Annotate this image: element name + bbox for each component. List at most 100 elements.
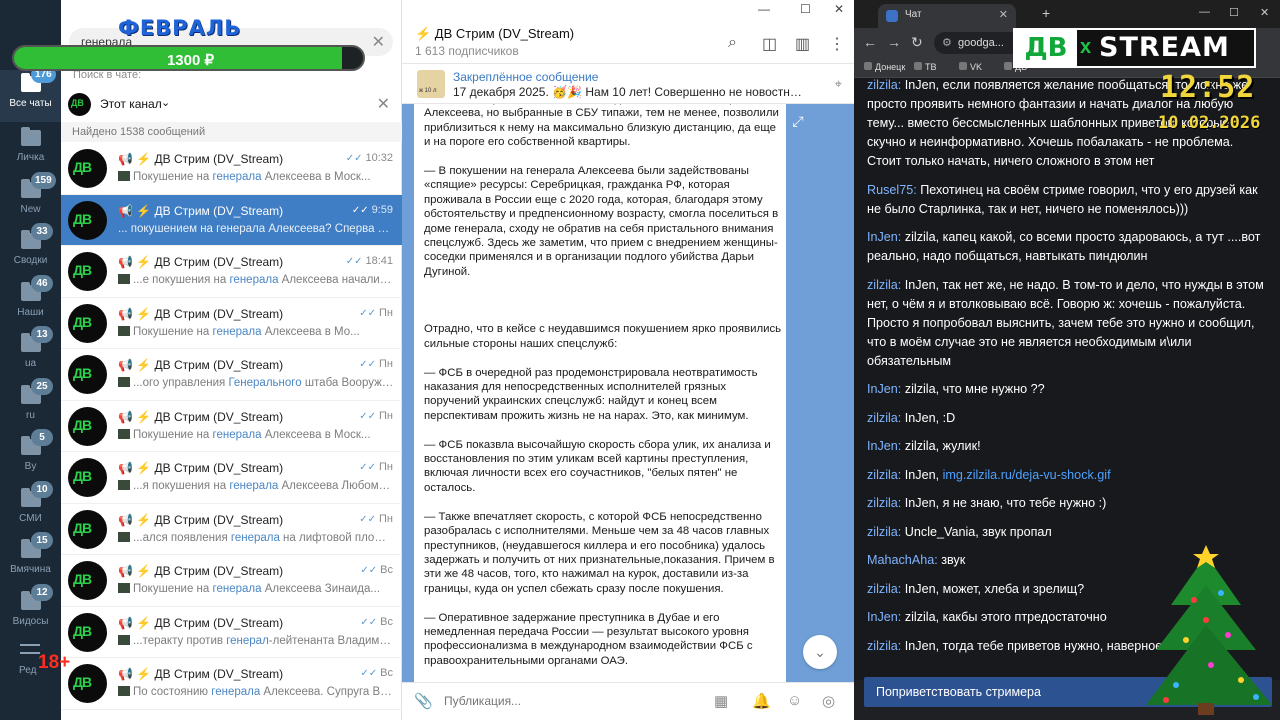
- chat-title[interactable]: ⚡ ДВ Стрим (DV_Stream): [415, 26, 574, 42]
- logo-stream-text: STREAM: [1099, 32, 1230, 63]
- channel-avatar: ДВ: [68, 458, 107, 497]
- expand-icon[interactable]: ⤢: [785, 108, 811, 134]
- browser-minimize-icon[interactable]: —: [1199, 6, 1210, 18]
- pin-list-icon[interactable]: ⌖: [835, 76, 842, 92]
- folder-item[interactable]: 5 By: [0, 429, 61, 485]
- browser-tab[interactable]: Чат ✕: [878, 4, 1016, 28]
- search-icon[interactable]: ⌕: [728, 34, 737, 52]
- chat-username[interactable]: InJen:: [867, 230, 905, 244]
- chat-username[interactable]: zilzila:: [867, 582, 905, 596]
- folder-item[interactable]: Личка: [0, 124, 61, 176]
- chat-username[interactable]: Rusel75:: [867, 183, 920, 197]
- pinned-title: Закреплённое сообщение: [453, 70, 599, 84]
- result-time: ✓✓ Вс: [360, 615, 393, 628]
- result-preview: Покушение на генерала Алексеева в Мо...: [118, 325, 394, 338]
- chat-username[interactable]: InJen:: [867, 382, 905, 396]
- channel-avatar: ДВ: [68, 303, 107, 343]
- folder-item[interactable]: 25 ru: [0, 377, 61, 434]
- browser-close-icon[interactable]: ✕: [1260, 6, 1269, 19]
- search-result-item[interactable]: ДВ 📢 ⚡ ДВ Стрим (DV_Stream) ✓✓ Пн Покушение …: [61, 298, 402, 349]
- chat-username[interactable]: zilzila:: [867, 78, 905, 92]
- new-tab-icon[interactable]: +: [1042, 5, 1050, 21]
- chat-username[interactable]: zilzila:: [867, 525, 905, 539]
- results-count: Найдено 1538 сообщений: [61, 122, 402, 142]
- tab-close-icon[interactable]: ✕: [999, 8, 1008, 21]
- schedule-icon[interactable]: ▦: [714, 692, 728, 710]
- search-result-item[interactable]: ДВ 📢 ⚡ ДВ Стрим (DV_Stream) ✓✓ 18:41 ...е по…: [61, 246, 402, 298]
- pinned-thumbnail: ж 10 л: [417, 70, 445, 98]
- folder-label: Личка: [16, 152, 45, 163]
- read-check-icon: ✓✓: [359, 410, 377, 422]
- bookmark-item[interactable]: ТВ: [914, 62, 937, 72]
- folder-item[interactable]: 159 New: [0, 171, 61, 228]
- sidebar-toggle-icon[interactable]: ▥: [795, 34, 810, 54]
- forward-icon[interactable]: →: [887, 34, 901, 50]
- live-stream-icon[interactable]: ◫: [762, 34, 777, 54]
- channel-filter-label[interactable]: Этот канал: [100, 97, 162, 111]
- chat-username[interactable]: zilzila:: [867, 496, 905, 510]
- message-paragraph: — В покушении на генерала Алексеева были…: [424, 165, 779, 278]
- emoji-icon[interactable]: ☺: [787, 692, 802, 709]
- maximize-icon[interactable]: ☐: [800, 2, 811, 16]
- folder-item[interactable]: 12 Видосы: [0, 583, 61, 640]
- search-result-item[interactable]: ДВ 📢 ⚡ ДВ Стрим (DV_Stream) ✓✓ Пн ...ался по…: [61, 504, 402, 555]
- clear-search-icon[interactable]: ✕: [372, 32, 385, 52]
- menu-icon[interactable]: [20, 644, 40, 654]
- chat-username[interactable]: zilzila:: [867, 411, 905, 425]
- unread-badge: 15: [31, 532, 53, 549]
- result-time: ✓✓ Вс: [360, 564, 393, 576]
- attach-icon[interactable]: 📎: [414, 692, 433, 710]
- site-info-icon[interactable]: ⚙: [942, 36, 952, 49]
- chat-username[interactable]: InJen:: [867, 439, 905, 453]
- bookmark-item[interactable]: VK: [959, 62, 982, 72]
- folder-item[interactable]: 13 ua: [0, 326, 61, 382]
- folder-item[interactable]: 33 Сводки: [0, 223, 61, 279]
- chat-link[interactable]: img.zilzila.ru/deja-vu-shock.gif: [943, 468, 1111, 482]
- bell-icon[interactable]: 🔔: [752, 692, 771, 710]
- search-result-item[interactable]: ДВ 📢 ⚡ ДВ Стрим (DV_Stream) ✓✓ Вс ...теракту…: [61, 607, 402, 658]
- search-result-item[interactable]: ДВ 📢 ⚡ ДВ Стрим (DV_Stream) ✓✓ Пн ...я покуш…: [61, 452, 402, 504]
- chat-header[interactable]: — ☐ ✕ ⚡ ДВ Стрим (DV_Stream) 1 613 подпи…: [402, 0, 854, 64]
- window-close-icon[interactable]: ✕: [834, 2, 844, 16]
- read-check-icon: ✓✓: [345, 153, 363, 164]
- close-icon[interactable]: ✕: [377, 94, 390, 114]
- folder-item[interactable]: 15 Вмячина: [0, 532, 61, 588]
- channel-filter-row[interactable]: ДВ Этот канал ⌄ ✕: [61, 90, 402, 118]
- chat-text: zilzila, капец какой, со всеми просто зд…: [867, 230, 1261, 263]
- chat-username[interactable]: MahachAha:: [867, 553, 941, 567]
- search-result-item[interactable]: ДВ 📢 ⚡ ДВ Стрим (DV_Stream) ✓✓ 9:59 ... поку…: [61, 194, 402, 246]
- message-input[interactable]: [444, 690, 704, 712]
- more-options-icon[interactable]: ⋮: [829, 34, 845, 54]
- search-result-item[interactable]: ДВ 📢 ⚡ ДВ Стрим (DV_Stream) ✓✓ Пн Покушение …: [61, 401, 402, 452]
- scroll-down-button[interactable]: ⌄: [803, 635, 837, 669]
- search-result-item[interactable]: ДВ 📢 ⚡ ДВ Стрим (DV_Stream) ✓✓ Вс По состоян…: [61, 658, 402, 710]
- result-preview: ...е покушения на генерала Алексеева нач…: [118, 274, 394, 286]
- minimize-icon[interactable]: —: [758, 2, 770, 16]
- back-icon[interactable]: ←: [863, 34, 877, 50]
- rail-edit-label[interactable]: Ред: [19, 665, 36, 676]
- stream-chat-message: InJen: zilzila, капец какой, со всеми пр…: [867, 228, 1267, 266]
- chat-username[interactable]: zilzila:: [867, 639, 905, 653]
- result-time: ✓✓ Пн: [359, 306, 393, 319]
- folder-label: ru: [26, 409, 35, 421]
- search-result-item[interactable]: ДВ 📢 ⚡ ДВ Стрим (DV_Stream) ✓✓ 10:32 Покушен…: [61, 143, 402, 195]
- chat-text: звук: [941, 553, 966, 567]
- chat-username[interactable]: InJen:: [867, 610, 905, 624]
- pinned-message-bar[interactable]: ж 10 л Закреплённое сообщение 17 декабря…: [402, 64, 854, 104]
- channel-avatar: ДВ: [68, 200, 107, 240]
- folder-item[interactable]: 10 СМИ: [0, 480, 61, 537]
- chat-username[interactable]: zilzila:: [867, 468, 905, 482]
- search-result-item[interactable]: ДВ 📢 ⚡ ДВ Стрим (DV_Stream) ✓✓ Пн ...ого упр…: [61, 349, 402, 401]
- bot-commands-icon[interactable]: ◎: [822, 692, 835, 710]
- bookmark-item[interactable]: Донецк: [864, 62, 905, 72]
- media-thumbnail: [118, 325, 130, 336]
- chat-username[interactable]: zilzila:: [867, 278, 905, 292]
- folder-item[interactable]: 46 Наши: [0, 274, 61, 331]
- browser-maximize-icon[interactable]: ☐: [1229, 6, 1239, 19]
- reload-icon[interactable]: ↻: [911, 34, 923, 51]
- result-chat-name: 📢 ⚡ ДВ Стрим (DV_Stream): [118, 615, 284, 630]
- folder-item[interactable]: 176 Все чаты: [0, 66, 61, 122]
- search-result-item[interactable]: ДВ 📢 ⚡ ДВ Стрим (DV_Stream) ✓✓ Вс Покушение …: [61, 555, 402, 607]
- result-time: ✓✓ 10:32: [345, 152, 393, 164]
- chevron-down-icon[interactable]: ⌄: [161, 96, 170, 109]
